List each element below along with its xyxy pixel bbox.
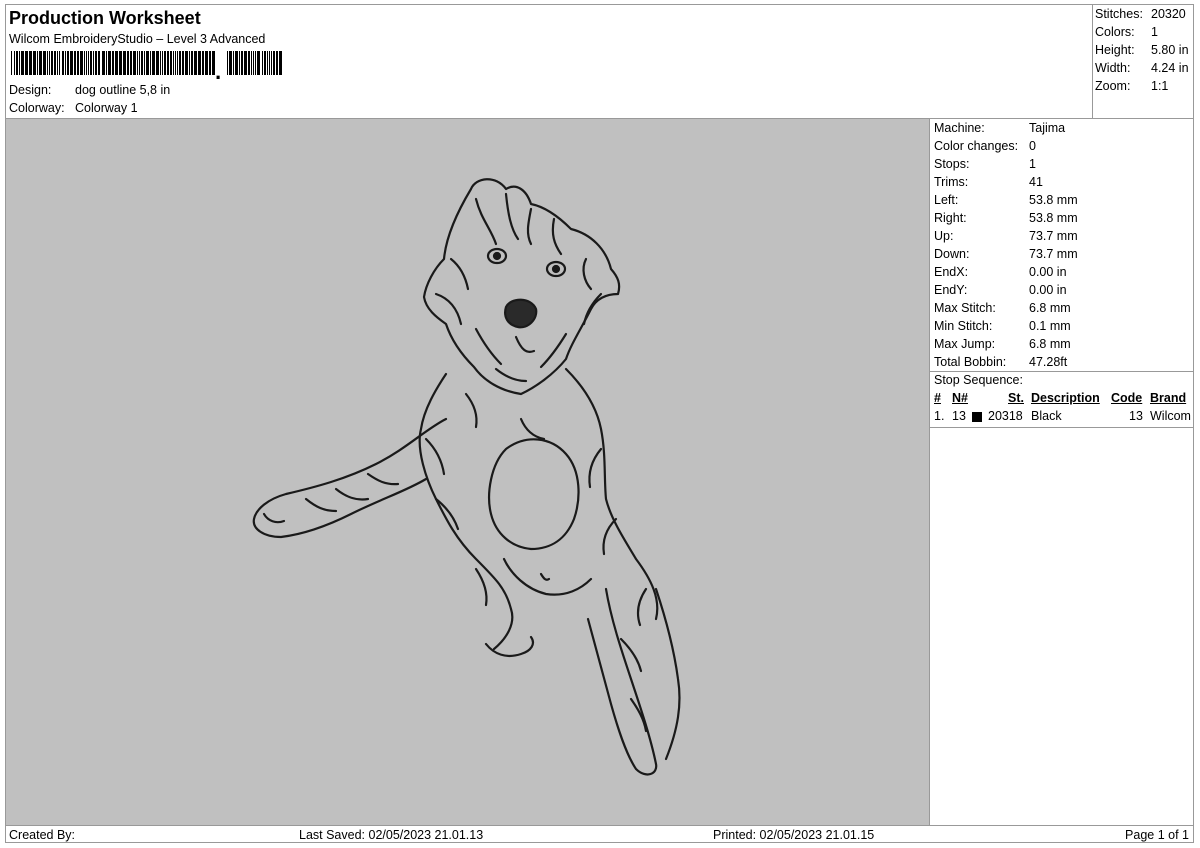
info-total-bobbin: Total Bobbin: 47.28ft	[934, 355, 1068, 369]
info-color-changes: Color changes: 0	[934, 139, 1036, 153]
info-down: Down: 73.7 mm	[934, 247, 1078, 261]
info-max-stitch: Max Stitch: 6.8 mm	[934, 301, 1071, 315]
design-row: Design: dog outline 5,8 in	[9, 83, 170, 97]
table-row: 1. 13 20318 Black 13 Wilcom	[934, 409, 1193, 425]
row-description: Black	[1031, 409, 1062, 423]
design-canvas	[6, 119, 930, 825]
software-name: Wilcom EmbroideryStudio – Level 3 Advanc…	[9, 32, 266, 46]
row-n: 13	[952, 409, 966, 423]
colorway-row: Colorway: Colorway 1	[9, 101, 138, 115]
panel-divider	[930, 371, 1193, 372]
page-title: Production Worksheet	[9, 8, 201, 28]
row-code: 13	[1129, 409, 1143, 423]
stat-zoom: Zoom: 1:1	[1095, 79, 1169, 93]
printed-date: Printed: 02/05/2023 21.01.15	[713, 828, 875, 842]
info-min-stitch: Min Stitch: 0.1 mm	[934, 319, 1071, 333]
info-trims: Trims: 41	[934, 175, 1043, 189]
stop-sequence-title: Stop Sequence:	[934, 373, 1023, 387]
created-by: Created By:	[9, 828, 76, 842]
row-num: 1.	[934, 409, 945, 423]
row-st: 20318	[988, 409, 1023, 423]
info-machine: Machine: Tajima	[934, 121, 1066, 135]
panel-divider	[930, 427, 1193, 428]
barcode: ,	[11, 51, 282, 79]
worksheet-footer: Created By: Last Saved: 02/05/2023 21.01…	[6, 825, 1193, 842]
col-n: N#	[952, 391, 968, 405]
design-value: dog outline 5,8 in	[75, 83, 171, 97]
info-left: Left: 53.8 mm	[934, 193, 1078, 207]
col-description: Description	[1031, 391, 1100, 405]
stat-height: Height: 5.80 in	[1095, 43, 1189, 57]
colorway-label: Colorway:	[9, 101, 65, 115]
info-endx: EndX: 0.00 in	[934, 265, 1067, 279]
design-label: Design:	[9, 83, 52, 97]
info-max-jump: Max Jump: 6.8 mm	[934, 337, 1071, 351]
info-endy: EndY: 0.00 in	[934, 283, 1067, 297]
stat-stitches: Stitches: 20320	[1095, 7, 1186, 21]
col-st: St.	[1008, 391, 1024, 405]
stat-width: Width: 4.24 in	[1095, 61, 1189, 75]
dog-embroidery-design	[252, 178, 681, 776]
col-num: #	[934, 391, 941, 405]
col-brand: Brand	[1150, 391, 1187, 405]
stop-sequence-header: # N# St. Description Code Brand	[934, 391, 1193, 407]
worksheet-header: Production Worksheet Wilcom EmbroiderySt…	[6, 5, 1093, 119]
page-number: Page 1 of 1	[1125, 828, 1189, 842]
row-brand: Wilcom	[1150, 409, 1191, 423]
stats-summary: Stitches: 20320 Colors: 1 Height: 5.80 in W…	[1091, 5, 1193, 119]
stat-colors: Colors: 1	[1095, 25, 1158, 39]
colorway-value: Colorway 1	[75, 101, 138, 115]
worksheet: Production Worksheet Wilcom EmbroiderySt…	[5, 4, 1194, 843]
info-stops: Stops: 1	[934, 157, 1036, 171]
col-code: Code	[1111, 391, 1143, 405]
thread-color-swatch	[972, 412, 982, 422]
info-up: Up: 73.7 mm	[934, 229, 1078, 243]
info-panel: Machine: Tajima Color changes: 0 Stops: 1 T…	[930, 119, 1193, 825]
svg-text:,: ,	[215, 59, 221, 79]
last-saved: Last Saved: 02/05/2023 21.01.13	[299, 828, 484, 842]
info-right: Right: 53.8 mm	[934, 211, 1078, 225]
